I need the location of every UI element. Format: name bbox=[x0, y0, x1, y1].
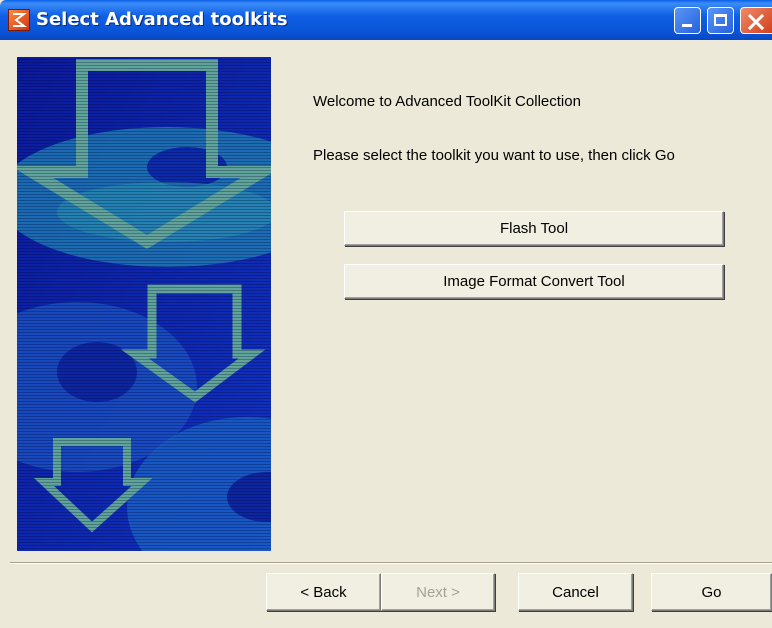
wizard-banner-image bbox=[17, 57, 271, 551]
footer-divider bbox=[10, 562, 772, 564]
flash-tool-button[interactable]: Flash Tool bbox=[344, 211, 724, 246]
maximize-button[interactable] bbox=[707, 7, 734, 34]
dialog-window: Select Advanced toolkits Welcome to Adva… bbox=[0, 0, 772, 628]
minimize-button[interactable] bbox=[674, 7, 701, 34]
scanline-overlay bbox=[17, 57, 271, 551]
welcome-text: Welcome to Advanced ToolKit Collection bbox=[313, 93, 581, 110]
minimize-icon bbox=[682, 24, 692, 27]
back-button[interactable]: < Back bbox=[266, 573, 381, 611]
maximize-icon bbox=[714, 14, 727, 26]
image-format-convert-tool-button[interactable]: Image Format Convert Tool bbox=[344, 264, 724, 299]
next-button[interactable]: Next > bbox=[381, 573, 495, 611]
cancel-button[interactable]: Cancel bbox=[518, 573, 633, 611]
go-button[interactable]: Go bbox=[651, 573, 772, 611]
window-title: Select Advanced toolkits bbox=[36, 9, 288, 30]
close-icon bbox=[747, 13, 765, 31]
instruction-text: Please select the toolkit you want to us… bbox=[313, 147, 675, 164]
app-icon[interactable] bbox=[8, 9, 30, 31]
close-button[interactable] bbox=[740, 7, 772, 34]
title-bar[interactable]: Select Advanced toolkits bbox=[0, 0, 772, 40]
